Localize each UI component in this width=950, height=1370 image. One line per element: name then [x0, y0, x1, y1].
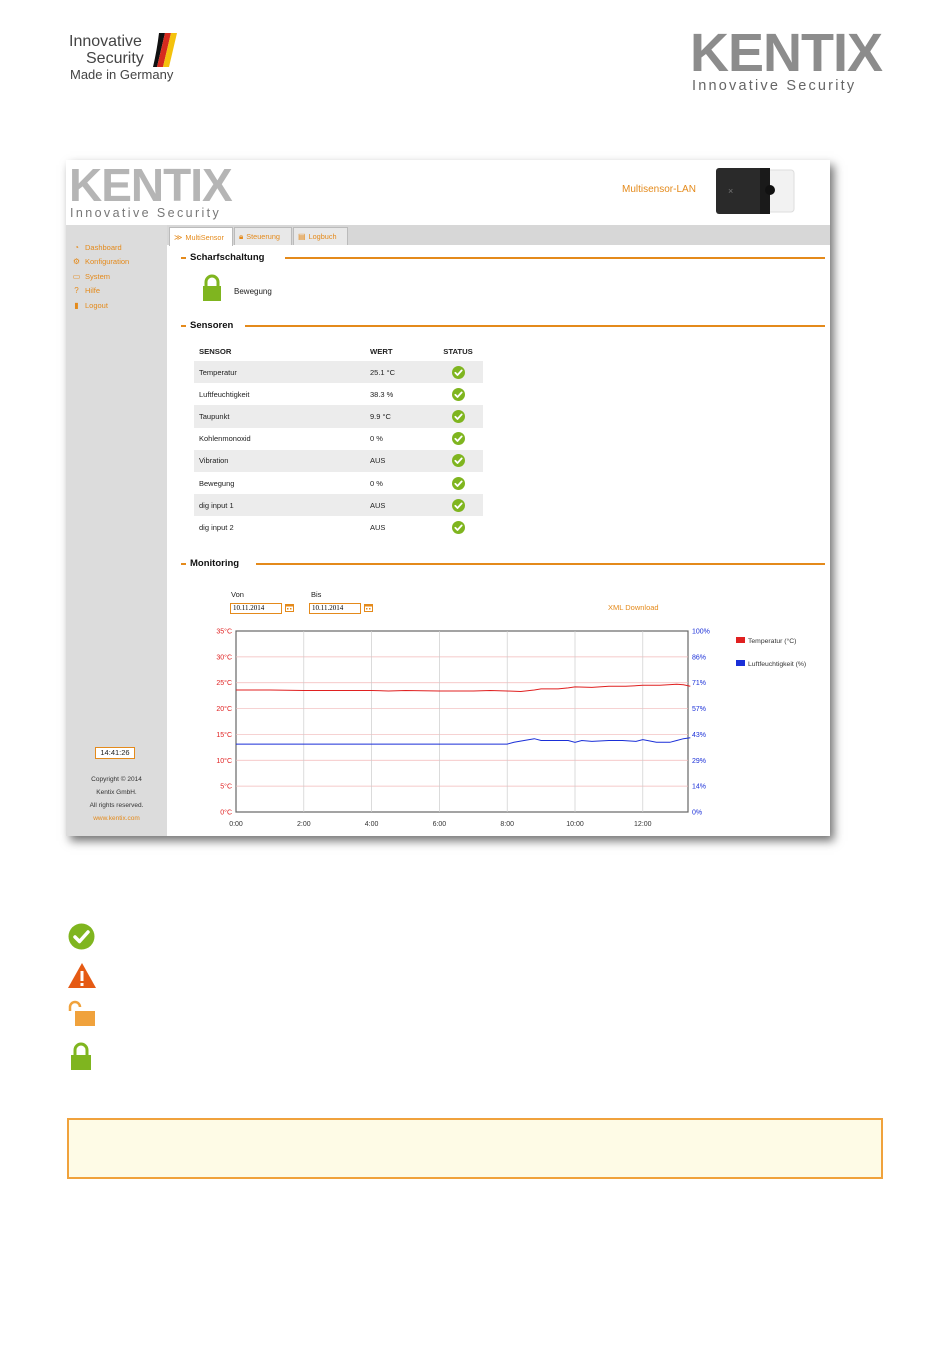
sidebar-item-konfiguration[interactable]: ⚙ Konfiguration	[72, 255, 129, 267]
monitor-icon: ▭	[72, 271, 81, 281]
main-content: ≫ MultiSensor 🔒︎ Steuerung ▤ Logbuch Sch…	[167, 225, 830, 836]
product-title: Multisensor-LAN	[622, 184, 696, 195]
kentix-logo-tagline: Innovative Security	[692, 78, 857, 94]
german-flag-icon	[153, 33, 177, 67]
y-right-tick-label: 43%	[692, 732, 706, 739]
sidebar-item-dashboard[interactable]: ◔ Dashboard	[72, 241, 122, 253]
sidebar-item-label: Hilfe	[85, 285, 101, 295]
sidebar-item-system[interactable]: ▭ System	[72, 270, 110, 282]
y-left-tick-label: 25°C	[216, 679, 232, 687]
badge-line-1: Innovative	[69, 33, 142, 50]
sidebar-item-label: Logout	[85, 300, 108, 310]
app-logo-word: KENTIX	[69, 159, 233, 211]
app-logo: KENTIX Innovative Security	[69, 159, 244, 224]
y-left-tick-label: 0°C	[220, 809, 232, 817]
y-left-tick-label: 10°C	[216, 757, 232, 765]
y-left-tick-label: 35°C	[216, 628, 232, 636]
legend-label: Temperatur (°C)	[748, 637, 796, 645]
x-tick-label: 4:00	[365, 821, 379, 828]
note-box	[67, 1118, 883, 1179]
legend-label: Luftfeuchtigkeit (%)	[748, 661, 806, 668]
ok-check-icon	[68, 923, 95, 950]
sidebar-item-logout[interactable]: ▮ Logout	[72, 299, 108, 311]
unlocked-icon	[68, 1000, 95, 1026]
monitoring-chart: 0°C 5°C 10°C 15°C 20°C 25°C 30°C 35°C 0% 14% 29% 43…	[216, 628, 806, 829]
y-right-tick-label: 57%	[692, 706, 706, 713]
gears-icon: ⚙	[72, 256, 81, 266]
logout-icon: ▮	[74, 300, 79, 310]
website-link[interactable]: www.kentix.com	[66, 815, 167, 822]
copyright-line-3: All rights reserved.	[89, 802, 144, 809]
x-tick-label: 6:00	[433, 821, 447, 828]
app-logo-tagline: Innovative Security	[70, 206, 222, 220]
y-right-tick-label: 71%	[692, 680, 706, 687]
y-left-tick-label: 20°C	[216, 705, 232, 713]
legend-swatch	[736, 637, 745, 643]
sidebar-item-label: Dashboard	[85, 242, 122, 252]
x-tick-label: 8:00	[500, 821, 514, 828]
x-tick-label: 2:00	[297, 821, 311, 828]
y-right-tick-label: 0%	[692, 810, 702, 817]
y-left-tick-label: 5°C	[220, 783, 232, 791]
warning-icon	[68, 963, 96, 988]
x-tick-label: 10:00	[566, 821, 584, 828]
copyright-line-1: Copyright © 2014	[91, 776, 142, 783]
sidebar-item-label: Konfiguration	[85, 256, 130, 266]
innovative-security-badge: Innovative Security Made in Germany	[69, 32, 189, 84]
copyright-line-2: Kentix GmbH.	[96, 789, 137, 796]
clock: 14:41:26	[95, 747, 135, 759]
kentix-logo: KENTIX Innovative Security	[690, 23, 885, 98]
x-tick-label: 0:00	[229, 821, 243, 828]
web-interface-screenshot: KENTIX Innovative Security Multisensor-L…	[66, 160, 830, 836]
legend-swatch	[736, 660, 745, 666]
sidebar-item-hilfe[interactable]: ? Hilfe	[72, 284, 100, 296]
sidebar-item-label: System	[85, 271, 111, 281]
sidebar: ◔ Dashboard ⚙ Konfiguration ▭ System ? H…	[66, 225, 167, 836]
app-header: KENTIX Innovative Security Multisensor-L…	[66, 160, 830, 225]
svg-text:×: ×	[728, 186, 733, 196]
question-icon: ?	[74, 285, 79, 295]
y-right-tick-label: 29%	[692, 758, 706, 765]
badge-line-2: Security	[86, 50, 144, 67]
y-right-tick-label: 100%	[692, 629, 710, 636]
multisensor-device-image: ×	[716, 168, 795, 214]
x-tick-label: 12:00	[634, 821, 652, 828]
dashboard-icon: ◔	[74, 242, 79, 252]
locked-icon	[71, 1042, 91, 1070]
y-right-tick-label: 14%	[692, 784, 706, 791]
badge-line-3: Made in Germany	[70, 67, 174, 82]
y-left-tick-label: 30°C	[216, 653, 232, 661]
y-right-tick-label: 86%	[692, 654, 706, 661]
kentix-logo-word: KENTIX	[690, 23, 883, 83]
y-left-tick-label: 15°C	[216, 731, 232, 739]
